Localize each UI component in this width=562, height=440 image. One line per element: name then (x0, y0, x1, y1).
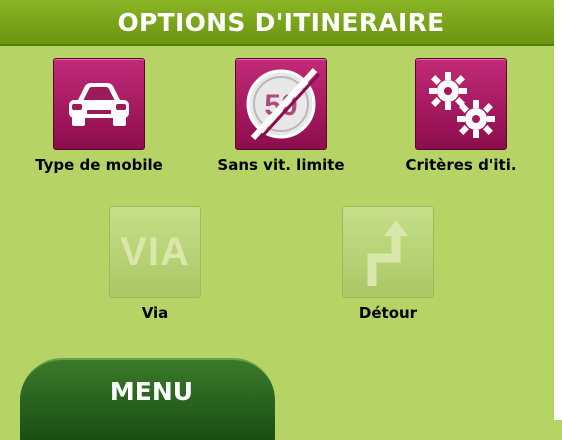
speed-limit-50-crossed-icon: 50 (235, 58, 327, 150)
screen-edge (554, 0, 562, 420)
menu-button-label: MENU (109, 377, 194, 406)
route-criteria-button[interactable]: Critères d'iti. (386, 58, 536, 174)
title-bar: OPTIONS D'ITINERAIRE (0, 0, 562, 46)
page-title: OPTIONS D'ITINERAIRE (117, 7, 445, 37)
route-criteria-label: Critères d'iti. (405, 156, 517, 174)
no-speed-limit-button[interactable]: 50 Sans vit. limite (206, 58, 356, 174)
detour-arrow-icon (342, 206, 434, 298)
detour-label: Détour (358, 304, 418, 322)
car-icon (53, 58, 145, 150)
via-button[interactable]: VIA Via (90, 206, 220, 322)
vehicle-type-button[interactable]: Type de mobile (24, 58, 174, 174)
no-speed-limit-label: Sans vit. limite (217, 156, 345, 174)
via-icon: VIA (109, 206, 201, 298)
menu-button[interactable]: MENU (20, 358, 275, 440)
detour-button[interactable]: Détour (323, 206, 453, 322)
via-icon-text: VIA (120, 229, 190, 274)
via-label: Via (141, 304, 169, 322)
gears-icon (415, 58, 507, 150)
vehicle-type-label: Type de mobile (35, 156, 163, 174)
